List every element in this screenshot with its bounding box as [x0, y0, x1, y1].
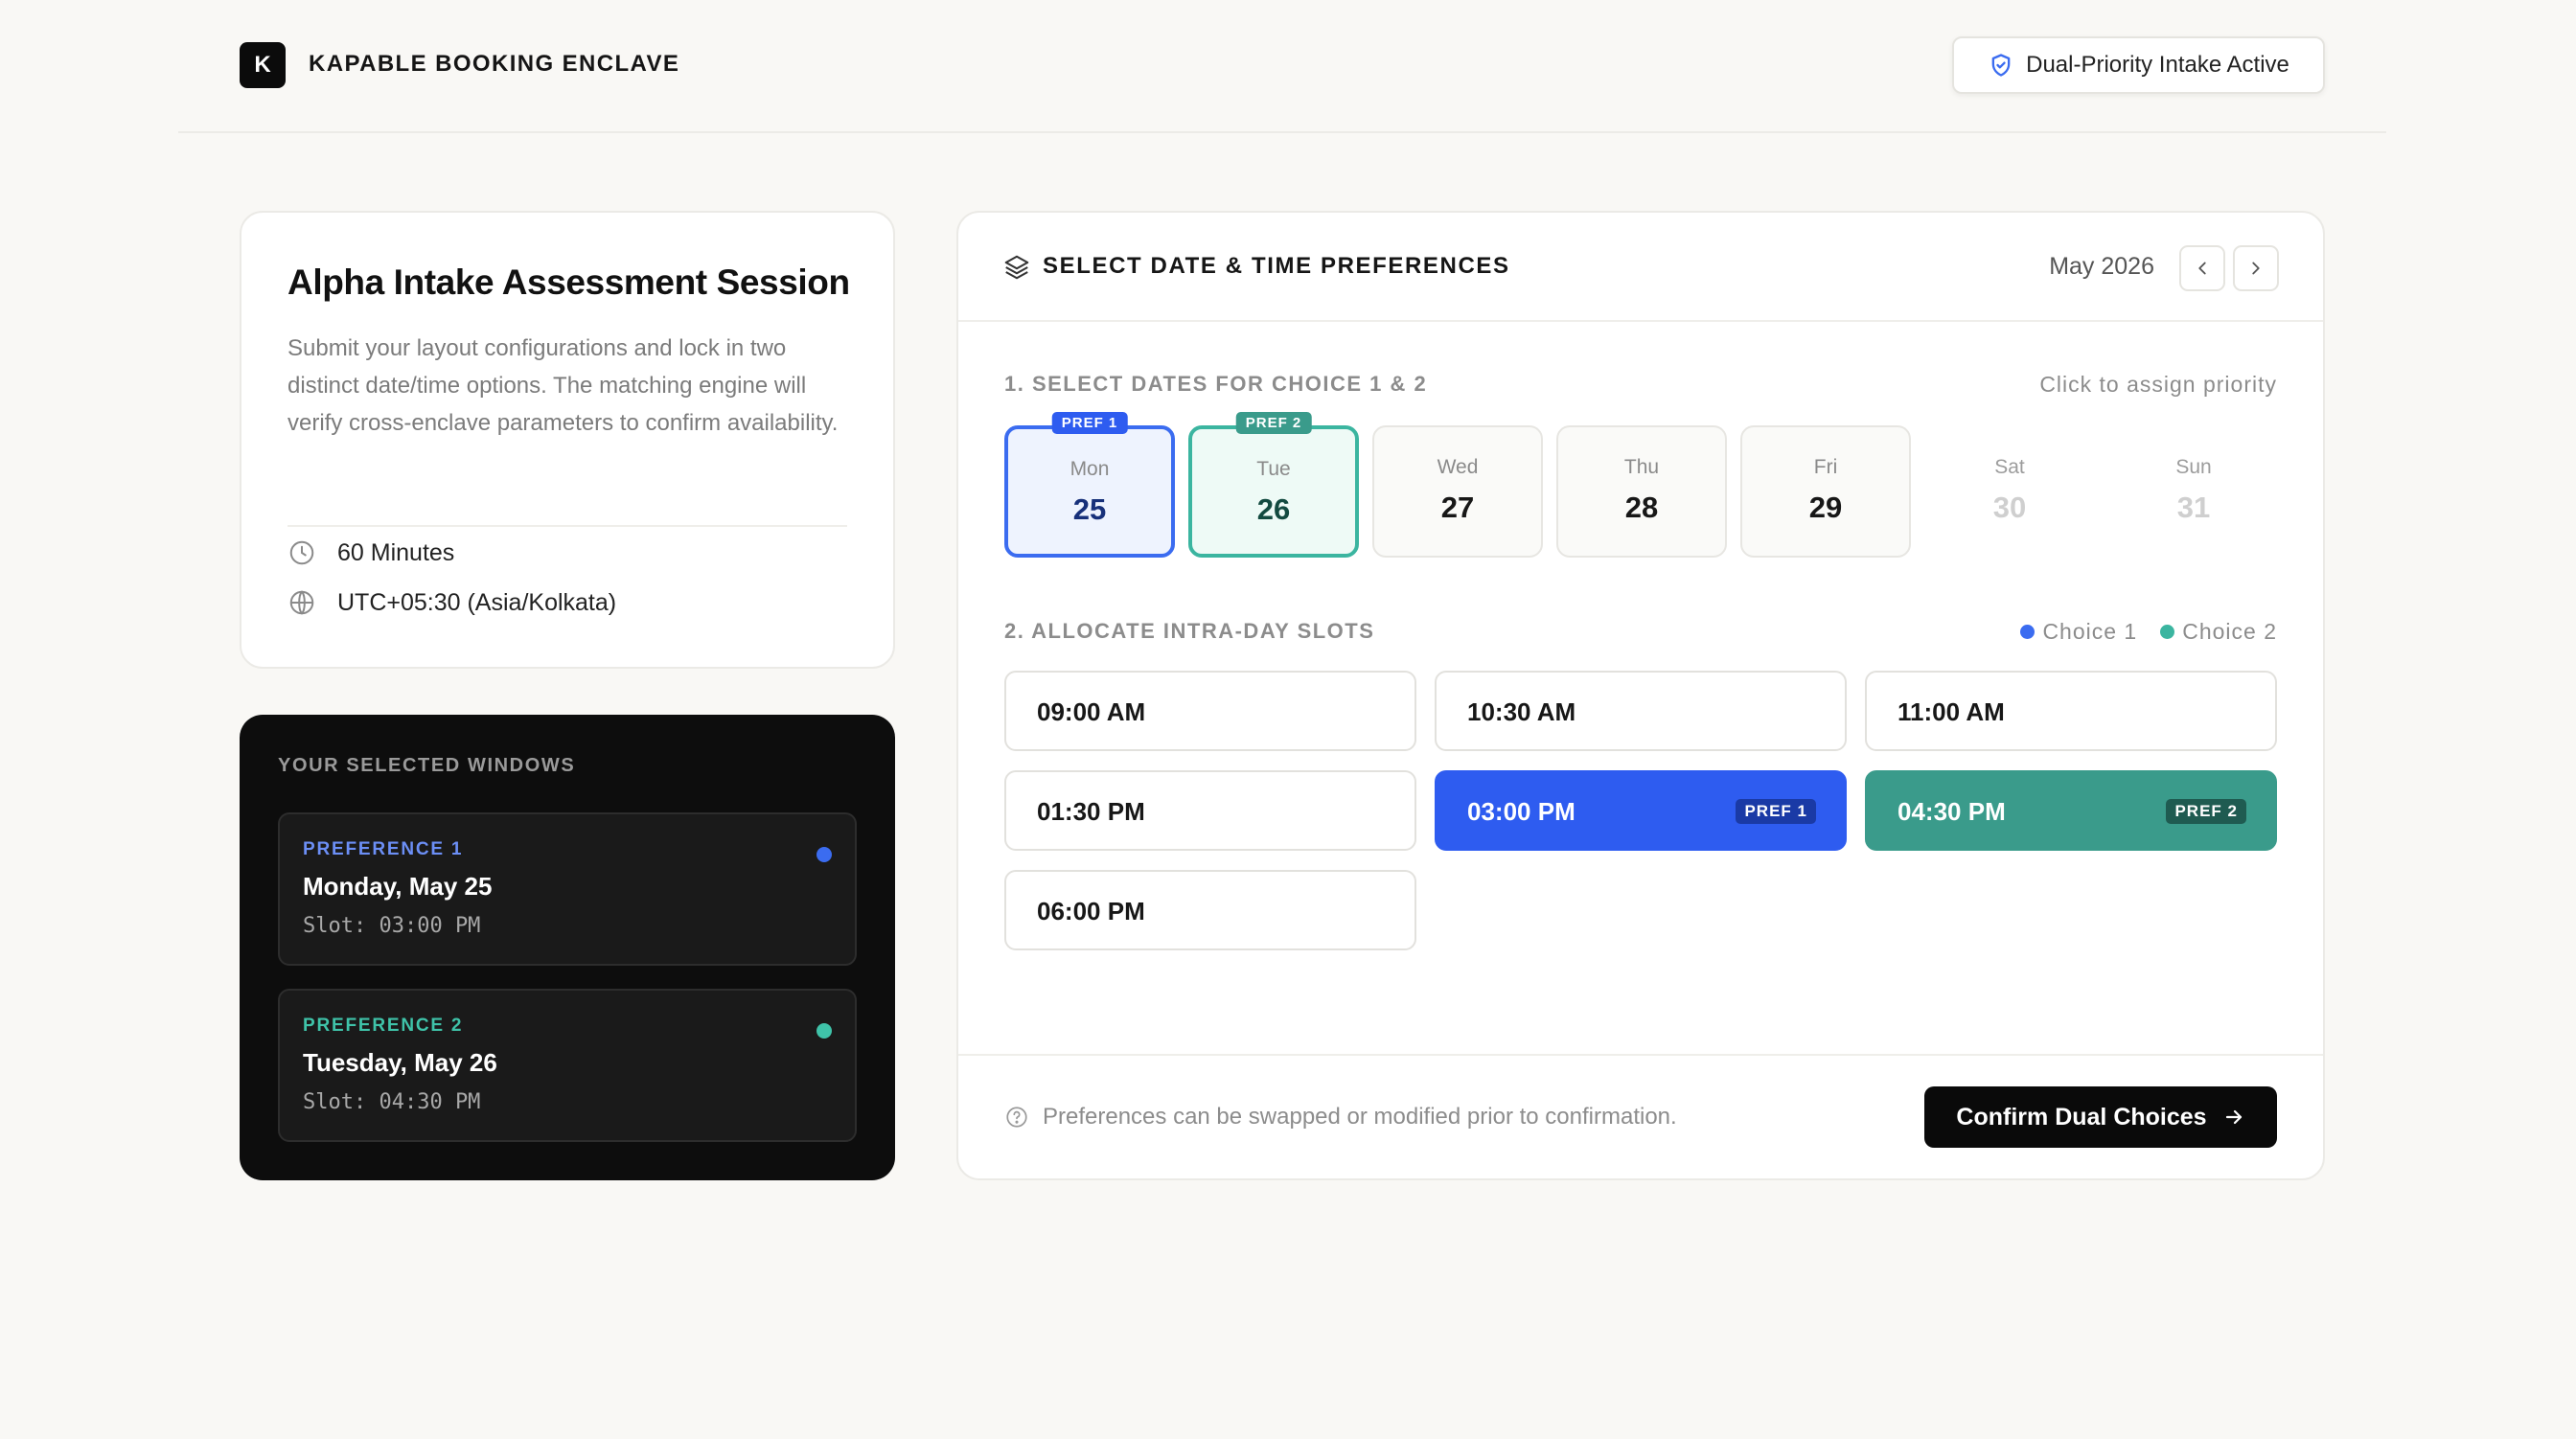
- day-number: 27: [1440, 491, 1475, 524]
- choice-legend: Choice 1 Choice 2: [2020, 619, 2277, 645]
- session-description: Submit your layout configurations and lo…: [288, 335, 839, 436]
- date-time-selection-card: SELECT DATE & TIME PREFERENCES May 2026 …: [956, 211, 2325, 1180]
- prev-month-button[interactable]: [2179, 245, 2225, 291]
- preference-2-dot: [816, 1023, 832, 1039]
- day-number: 29: [1808, 491, 1843, 524]
- slot-0130pm[interactable]: 01:30 PM: [1004, 770, 1416, 851]
- slot-time: 03:00 PM: [1467, 797, 1576, 826]
- day-tile-fri-29[interactable]: Fri 29: [1740, 425, 1911, 558]
- day-tile-thu-28[interactable]: Thu 28: [1556, 425, 1727, 558]
- legend-dot: [2160, 625, 2175, 639]
- pref-2-badge: PREF 2: [2166, 799, 2246, 824]
- legend-label: Choice 1: [2042, 619, 2138, 644]
- confirm-button-label: Confirm Dual Choices: [1956, 1103, 2207, 1131]
- session-timezone: UTC+05:30 (Asia/Kolkata): [337, 588, 617, 616]
- step-2-label: 2. ALLOCATE INTRA-DAY SLOTS: [1004, 619, 1375, 643]
- next-month-button[interactable]: [2233, 245, 2279, 291]
- pref-1-badge: PREF 1: [1736, 799, 1816, 824]
- selected-windows-heading: YOUR SELECTED WINDOWS: [278, 755, 576, 776]
- current-month: May 2026: [2049, 253, 2154, 280]
- slot-0600pm[interactable]: 06:00 PM: [1004, 870, 1416, 950]
- slot-time: 01:30 PM: [1037, 797, 1145, 826]
- day-number: 28: [1624, 491, 1659, 524]
- slot-time: 10:30 AM: [1467, 697, 1576, 726]
- day-tile-sat-30: Sat 30: [1924, 425, 2095, 558]
- pref-1-badge: PREF 1: [1051, 412, 1128, 434]
- slot-1030am[interactable]: 10:30 AM: [1435, 671, 1847, 751]
- legend-choice-1: Choice 1: [2020, 619, 2137, 645]
- day-of-week: Wed: [1437, 456, 1479, 478]
- session-duration: 60 Minutes: [337, 538, 455, 566]
- legend-label: Choice 2: [2182, 619, 2277, 644]
- preference-1-dot: [816, 847, 832, 862]
- day-tile-sun-31: Sun 31: [2108, 425, 2279, 558]
- chevron-right-icon: [2252, 262, 2260, 275]
- day-of-week: Sun: [2175, 456, 2212, 478]
- legend-dot: [2020, 625, 2036, 639]
- session-info-card: Alpha Intake Assessment Session Submit y…: [240, 211, 895, 669]
- footer-note-text: Preferences can be swapped or modified p…: [1043, 1104, 1677, 1130]
- intake-status-badge[interactable]: Dual-Priority Intake Active: [1952, 36, 2325, 94]
- day-of-week: Tue: [1256, 458, 1291, 480]
- card-footer: Preferences can be swapped or modified p…: [958, 1054, 2323, 1178]
- pref-2-badge: PREF 2: [1235, 412, 1312, 434]
- layers-icon: [1004, 255, 1029, 280]
- slot-time: 09:00 AM: [1037, 697, 1146, 726]
- day-number: 25: [1072, 492, 1107, 526]
- slot-time: 06:00 PM: [1037, 897, 1145, 925]
- top-bar: K KAPABLE BOOKING ENCLAVE Dual-Priority …: [178, 0, 2386, 133]
- preference-1-summary[interactable]: PREFERENCE 1 Monday, May 25 Slot: 03:00 …: [278, 812, 857, 966]
- intake-status-label: Dual-Priority Intake Active: [2026, 52, 2289, 78]
- duration-row: 60 Minutes: [288, 538, 454, 567]
- preference-2-summary[interactable]: PREFERENCE 2 Tuesday, May 26 Slot: 04:30…: [278, 989, 857, 1142]
- help-circle-icon: [1006, 1107, 1027, 1128]
- preference-1-label: PREFERENCE 1: [303, 839, 464, 859]
- slot-0430pm[interactable]: 04:30 PM PREF 2: [1865, 770, 2277, 851]
- day-tile-mon-25[interactable]: PREF 1 Mon 25: [1004, 412, 1175, 558]
- chevron-left-icon: [2198, 262, 2206, 275]
- card-header: SELECT DATE & TIME PREFERENCES May 2026: [958, 213, 2323, 322]
- divider: [288, 525, 847, 527]
- day-tile-tue-26[interactable]: PREF 2 Tue 26: [1188, 412, 1359, 558]
- day-of-week: Sat: [1994, 456, 2025, 478]
- session-title: Alpha Intake Assessment Session: [288, 263, 850, 302]
- selected-windows-panel: YOUR SELECTED WINDOWS PREFERENCE 1 Monda…: [240, 715, 895, 1180]
- day-of-week: Thu: [1623, 456, 1660, 478]
- card-title: SELECT DATE & TIME PREFERENCES: [1043, 253, 1510, 279]
- day-number: 31: [2176, 491, 2211, 524]
- footer-note: Preferences can be swapped or modified p…: [1004, 1104, 1677, 1131]
- legend-choice-2: Choice 2: [2160, 619, 2277, 645]
- slot-time: 11:00 AM: [1898, 697, 2005, 726]
- preference-1-slot: Slot: 03:00 PM: [303, 914, 481, 938]
- preference-1-date: Monday, May 25: [303, 872, 493, 901]
- clock-icon: [289, 540, 314, 565]
- preference-2-slot: Slot: 04:30 PM: [303, 1090, 481, 1114]
- brand-name: KAPABLE BOOKING ENCLAVE: [309, 51, 680, 77]
- day-tile-wed-27[interactable]: Wed 27: [1372, 425, 1543, 558]
- slot-1100am[interactable]: 11:00 AM: [1865, 671, 2277, 751]
- confirm-button[interactable]: Confirm Dual Choices: [1924, 1086, 2277, 1148]
- preference-2-label: PREFERENCE 2: [303, 1016, 464, 1036]
- preference-2-date: Tuesday, May 26: [303, 1048, 497, 1077]
- arrow-right-icon: [2225, 1109, 2242, 1125]
- slot-0900am[interactable]: 09:00 AM: [1004, 671, 1416, 751]
- day-number: 30: [1992, 491, 2027, 524]
- timezone-row: UTC+05:30 (Asia/Kolkata): [288, 588, 616, 617]
- day-of-week: Mon: [1070, 458, 1110, 480]
- shield-check-icon: [1991, 54, 2011, 77]
- brand-logo: K: [240, 42, 286, 88]
- day-of-week: Fri: [1813, 456, 1838, 478]
- step-1-hint: Click to assign priority: [2039, 372, 2277, 397]
- step-1-label: 1. SELECT DATES FOR CHOICE 1 & 2: [1004, 372, 1428, 396]
- slot-time: 04:30 PM: [1898, 797, 2006, 826]
- slot-0300pm[interactable]: 03:00 PM PREF 1: [1435, 770, 1847, 851]
- globe-icon: [289, 590, 314, 615]
- day-number: 26: [1256, 492, 1291, 526]
